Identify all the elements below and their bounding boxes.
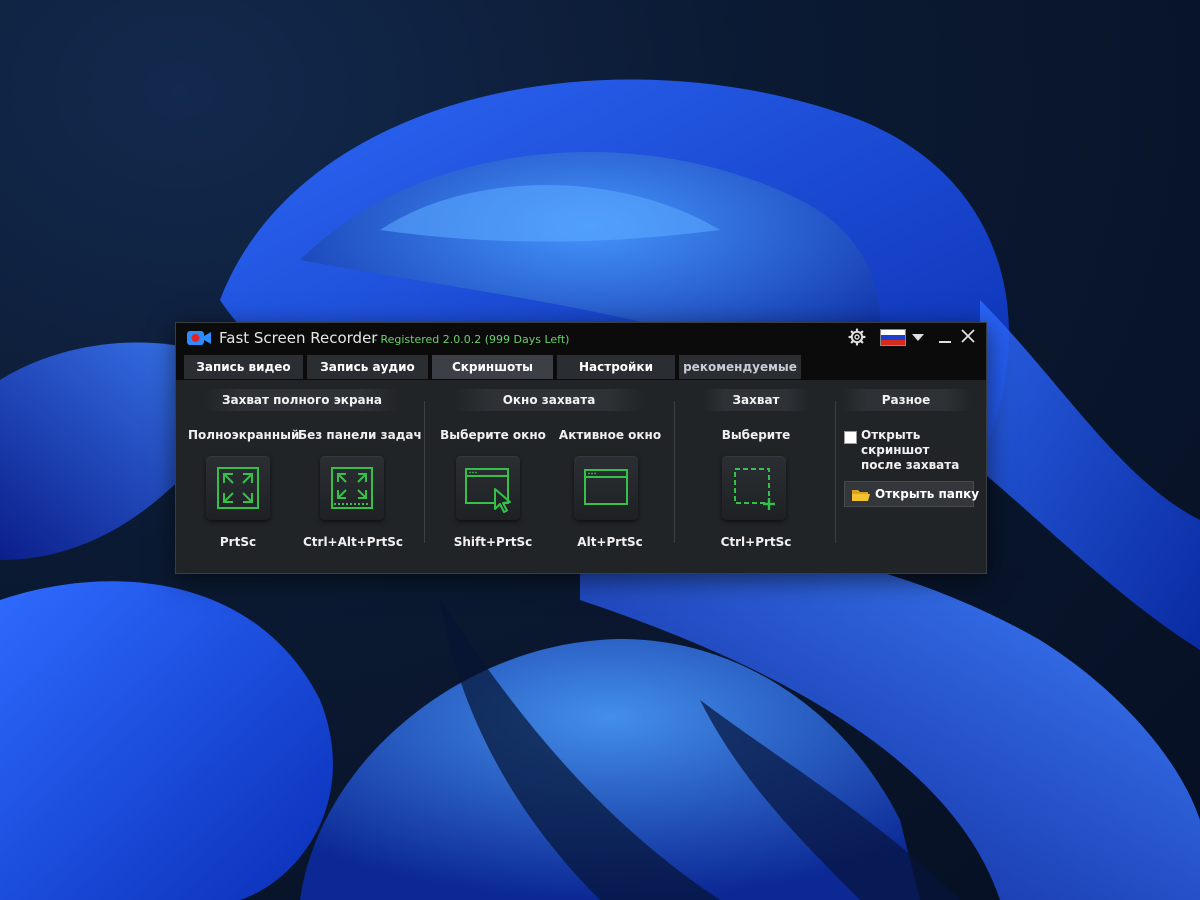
fullscreen-expand-icon [217,467,259,509]
registration-status: - Registered 2.0.0.2 (999 Days Left) [373,333,570,346]
minimize-icon[interactable] [938,329,952,347]
section-misc-heading: Разное [842,389,970,411]
tab-settings[interactable]: Настройки [557,355,675,379]
title-bar[interactable]: Fast Screen Recorder - Registered 2.0.0.… [176,323,986,355]
language-dropdown[interactable] [880,329,926,347]
close-icon[interactable] [960,328,976,344]
select-region-icon [734,468,775,510]
active-window-capture-button[interactable] [574,456,638,520]
select-window-label: Выберите окно [440,428,546,442]
gear-icon[interactable] [848,328,866,346]
app-title: Fast Screen Recorder [219,329,378,347]
select-region-hotkey: Ctrl+PrtSc [720,535,792,549]
section-divider [674,401,675,543]
tab-video-recording[interactable]: Запись видео [184,355,303,379]
tab-screenshots[interactable]: Скриншоты [432,355,553,379]
no-taskbar-hotkey: Ctrl+Alt+PrtSc [302,535,404,549]
select-region-label: Выберите [721,428,791,442]
select-window-hotkey: Shift+PrtSc [453,535,533,549]
tab-bar: Запись видео Запись аудио Скриншоты Наст… [176,355,986,380]
app-window: Fast Screen Recorder - Registered 2.0.0.… [175,322,987,574]
active-window-hotkey: Alt+PrtSc [577,535,643,549]
folder-icon [852,490,870,501]
open-folder-label: Открыть папку [875,487,980,501]
fullscreen-no-taskbar-icon [331,467,373,509]
open-folder-button[interactable]: Открыть папку [844,481,979,507]
section-region-heading: Захват [704,389,808,411]
open-after-capture-label: Открыть скриншот после захвата [861,428,960,472]
no-taskbar-label: Без панели задач [298,428,422,442]
select-region-capture-button[interactable] [722,456,786,520]
section-fullscreen-heading: Захват полного экрана [204,389,400,411]
fullscreen-label: Полноэкранный [188,428,300,442]
active-window-label: Активное окно [558,428,662,442]
chevron-down-icon [912,334,924,341]
camera-logo-icon [187,331,211,345]
section-divider [424,401,425,543]
select-window-icon [465,468,511,513]
fullscreen-hotkey: PrtSc [219,535,257,549]
fullscreen-capture-button[interactable] [206,456,270,520]
open-after-capture-checkbox[interactable] [844,431,857,444]
russian-flag-icon [880,329,906,346]
tab-audio-recording[interactable]: Запись аудио [307,355,428,379]
select-window-capture-button[interactable] [456,456,520,520]
active-window-icon [584,469,628,505]
section-window-heading: Окно захвата [454,389,644,411]
section-divider [835,401,836,543]
desktop: Fast Screen Recorder - Registered 2.0.0.… [0,0,1200,900]
tab-recommended[interactable]: рекомендуемые [679,355,801,379]
no-taskbar-capture-button[interactable] [320,456,384,520]
